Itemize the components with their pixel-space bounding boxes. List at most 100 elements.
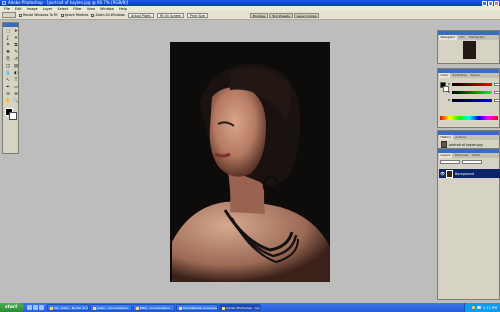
tool-preset-picker[interactable] bbox=[2, 12, 16, 18]
pen-tool-icon[interactable]: ✒ bbox=[5, 85, 12, 91]
gradient-tool-icon[interactable]: ▤ bbox=[13, 64, 20, 70]
tab-layers[interactable]: Layers bbox=[439, 153, 452, 158]
blend-mode-select[interactable] bbox=[440, 160, 460, 164]
toolbox: ⬚ ➤ ʆ ✦ ⌗ ⧉ ✚ ✎ ⎘ ↺ ◫ ▤ 💧 ◐ ↖ T ✒ ▭ ✉ ⊕ ✋ 🔍 bbox=[2, 22, 19, 154]
blue-value-field[interactable] bbox=[494, 98, 500, 102]
menu-filter[interactable]: Filter bbox=[73, 7, 82, 11]
red-slider[interactable] bbox=[452, 83, 492, 86]
system-tray: 1:12 PM bbox=[464, 303, 500, 312]
resize-windows-label: Resize Windows To Fit bbox=[23, 13, 58, 17]
portrait-image bbox=[170, 42, 330, 282]
zoom-all-label: Zoom All Windows bbox=[95, 13, 125, 17]
tab-styles[interactable]: Styles bbox=[469, 73, 482, 78]
quick-launch-desktop-icon[interactable] bbox=[33, 305, 38, 310]
color-tabs: Color Swatches Styles bbox=[438, 73, 499, 78]
menu-file[interactable]: File bbox=[4, 7, 10, 11]
resize-windows-option[interactable]: Resize Windows To Fit bbox=[19, 13, 58, 17]
blue-slider[interactable] bbox=[452, 99, 492, 102]
task-button-music[interactable]: 2G. 1(Ally - By Par To Go... bbox=[47, 304, 89, 311]
menu-image[interactable]: Image bbox=[27, 7, 38, 11]
menu-select[interactable]: Select bbox=[57, 7, 68, 11]
slider-label-g: G bbox=[448, 90, 451, 94]
marquee-tool-icon[interactable]: ⬚ bbox=[5, 29, 12, 35]
tray-network-icon[interactable] bbox=[471, 305, 476, 310]
eraser-tool-icon[interactable]: ◫ bbox=[5, 64, 12, 70]
menu-view[interactable]: View bbox=[87, 7, 95, 11]
navigator-thumbnail[interactable] bbox=[463, 41, 476, 59]
ignore-palettes-option[interactable]: Ignore Palettes bbox=[60, 13, 88, 17]
green-value-field[interactable] bbox=[494, 90, 500, 94]
palette-dock: Navigator Info Histogram Color Swatches … bbox=[437, 22, 500, 300]
window-controls: _ □ × bbox=[482, 0, 499, 6]
well-tab-tool-presets[interactable]: Tool Presets bbox=[269, 12, 293, 18]
hand-tool-icon[interactable]: ✋ bbox=[5, 99, 12, 105]
menu-help[interactable]: Help bbox=[119, 7, 127, 11]
tab-paths[interactable]: Paths bbox=[470, 153, 482, 158]
dodge-tool-icon[interactable]: ◐ bbox=[13, 71, 20, 77]
opacity-field[interactable] bbox=[462, 160, 482, 164]
resize-windows-checkbox[interactable] bbox=[19, 13, 22, 17]
lasso-tool-icon[interactable]: ʆ bbox=[5, 36, 12, 42]
quick-launch-media-icon[interactable] bbox=[39, 305, 44, 310]
menu-window[interactable]: Window bbox=[100, 7, 114, 11]
close-button[interactable]: × bbox=[494, 0, 499, 6]
healing-brush-tool-icon[interactable]: ✚ bbox=[5, 50, 12, 56]
layer-row-background[interactable]: 👁 Background bbox=[439, 169, 500, 178]
path-selection-tool-icon[interactable]: ↖ bbox=[5, 78, 12, 84]
brush-tool-icon[interactable]: ✎ bbox=[13, 50, 20, 56]
menu-edit[interactable]: Edit bbox=[15, 7, 22, 11]
tab-swatches[interactable]: Swatches bbox=[450, 73, 469, 78]
background-color-swatch[interactable] bbox=[9, 112, 17, 120]
layer-thumbnail bbox=[446, 169, 453, 178]
print-size-button[interactable]: Print Size bbox=[187, 12, 209, 18]
layer-options-row bbox=[440, 160, 482, 164]
navigator-palette: Navigator Info Histogram bbox=[437, 30, 500, 64]
menu-layer[interactable]: Layer bbox=[43, 7, 53, 11]
quick-launch bbox=[24, 305, 47, 310]
task-button-mike[interactable]: Mike - Conversation bbox=[133, 304, 175, 311]
minimize-button[interactable]: _ bbox=[482, 0, 487, 6]
task-button-reader[interactable]: Hotel/Reader previews Gi... bbox=[176, 304, 218, 311]
type-tool-icon[interactable]: T bbox=[13, 78, 20, 84]
actual-pixels-button[interactable]: Actual Pixels bbox=[127, 12, 154, 18]
green-slider[interactable] bbox=[452, 91, 492, 94]
blur-tool-icon[interactable]: 💧 bbox=[5, 71, 12, 77]
tool-grid: ⬚ ➤ ʆ ✦ ⌗ ⧉ ✚ ✎ ⎘ ↺ ◫ ▤ 💧 ◐ ↖ T ✒ ▭ ✉ ⊕ ✋ 🔍 bbox=[3, 27, 20, 106]
zoom-all-checkbox[interactable] bbox=[91, 13, 95, 17]
task-button-photoshop[interactable]: Adobe Photoshop - [po... bbox=[219, 304, 261, 311]
color-palette: Color Swatches Styles R G B bbox=[437, 68, 500, 128]
well-tab-brushes[interactable]: Brushes bbox=[250, 12, 269, 18]
tab-info[interactable]: Info bbox=[457, 35, 467, 40]
windows-taskbar: start 2G. 1(Ally - By Par To Go... Justi… bbox=[0, 303, 500, 312]
tab-channels[interactable]: Channels bbox=[452, 153, 470, 158]
fit-on-screen-button[interactable]: Fit On Screen bbox=[156, 12, 185, 18]
notes-tool-icon[interactable]: ✉ bbox=[5, 92, 12, 98]
photoshop-logo-icon bbox=[2, 1, 6, 5]
clone-stamp-tool-icon[interactable]: ⎘ bbox=[5, 57, 12, 63]
well-tab-layer-comps[interactable]: Layer Comps bbox=[293, 12, 320, 18]
layers-tabs: Layers Channels Paths bbox=[438, 153, 499, 158]
tab-navigator[interactable]: Navigator bbox=[439, 35, 457, 40]
shape-tool-icon[interactable]: ▭ bbox=[13, 85, 20, 91]
ignore-palettes-checkbox[interactable] bbox=[60, 13, 64, 17]
history-brush-tool-icon[interactable]: ↺ bbox=[13, 57, 20, 63]
tray-volume-icon[interactable] bbox=[477, 305, 481, 310]
task-button-justin[interactable]: Justin - Conversation bbox=[90, 304, 132, 311]
zoom-all-option[interactable]: Zoom All Windows bbox=[91, 13, 125, 17]
eyedropper-tool-icon[interactable]: ⊕ bbox=[13, 92, 20, 98]
red-value-field[interactable] bbox=[494, 82, 500, 86]
slice-tool-icon[interactable]: ⧉ bbox=[13, 43, 20, 49]
magic-wand-tool-icon[interactable]: ✦ bbox=[13, 36, 20, 42]
crop-tool-icon[interactable]: ⌗ bbox=[5, 43, 12, 49]
move-tool-icon[interactable]: ➤ bbox=[13, 29, 20, 35]
visibility-eye-icon[interactable]: 👁 bbox=[440, 171, 445, 176]
tab-histogram[interactable]: Histogram bbox=[467, 35, 486, 40]
zoom-tool-icon[interactable]: 🔍 bbox=[13, 99, 20, 105]
quick-launch-ie-icon[interactable] bbox=[27, 305, 32, 310]
document-canvas[interactable] bbox=[170, 42, 330, 282]
tab-color[interactable]: Color bbox=[439, 73, 450, 78]
maximize-button[interactable]: □ bbox=[488, 0, 493, 6]
color-spectrum-bar[interactable] bbox=[440, 116, 498, 120]
palette-well: Brushes Tool Presets Layer Comps bbox=[250, 12, 320, 18]
start-button[interactable]: start bbox=[0, 303, 24, 312]
